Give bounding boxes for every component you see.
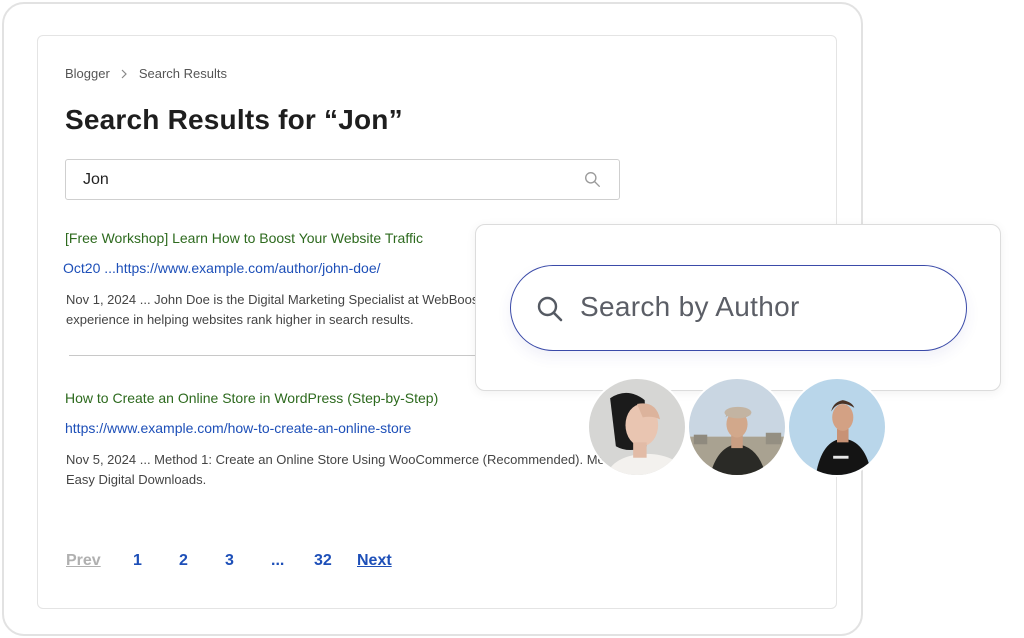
pagination: Prev 1 2 3 ... 32 Next [66, 552, 392, 570]
result-snippet-line: Nov 5, 2024 ... Method 1: Create an Onli… [66, 452, 605, 467]
page-title: Search Results for “Jon” [65, 104, 403, 135]
pagination-page-2[interactable]: 2 [179, 552, 225, 570]
result-snippet-line: Easy Digital Downloads. [66, 472, 207, 487]
breadcrumb-root-link[interactable]: Blogger [65, 66, 110, 81]
pagination-page-1[interactable]: 1 [133, 552, 179, 570]
author-avatar-image [589, 379, 685, 475]
search-icon [537, 296, 563, 322]
breadcrumb-current: Search Results [138, 66, 227, 81]
search-input-value[interactable]: Jon [83, 171, 109, 189]
author-search-input[interactable]: Search by Author [510, 265, 967, 351]
breadcrumb: Blogger Search Results [65, 66, 227, 81]
author-search-placeholder: Search by Author [580, 291, 800, 322]
search-icon[interactable] [584, 171, 601, 188]
pagination-page-3[interactable]: 3 [225, 552, 271, 570]
pagination-ellipsis: ... [271, 552, 285, 569]
result-divider [69, 355, 499, 356]
author-avatar-image [789, 379, 885, 475]
search-input[interactable]: Jon [65, 159, 620, 200]
author-avatar[interactable] [587, 377, 687, 477]
pagination-page-last[interactable]: 32 [314, 552, 357, 570]
author-search-panel: Search by Author [475, 224, 1001, 391]
chevron-right-icon [121, 69, 127, 78]
author-avatar[interactable] [687, 377, 787, 477]
author-avatar-image [689, 379, 785, 475]
pagination-prev-button[interactable]: Prev [66, 552, 133, 570]
pagination-next-button[interactable]: Next [357, 552, 392, 570]
author-avatar[interactable] [787, 377, 887, 477]
result-snippet: Nov 5, 2024 ... Method 1: Create an Onli… [66, 450, 686, 490]
